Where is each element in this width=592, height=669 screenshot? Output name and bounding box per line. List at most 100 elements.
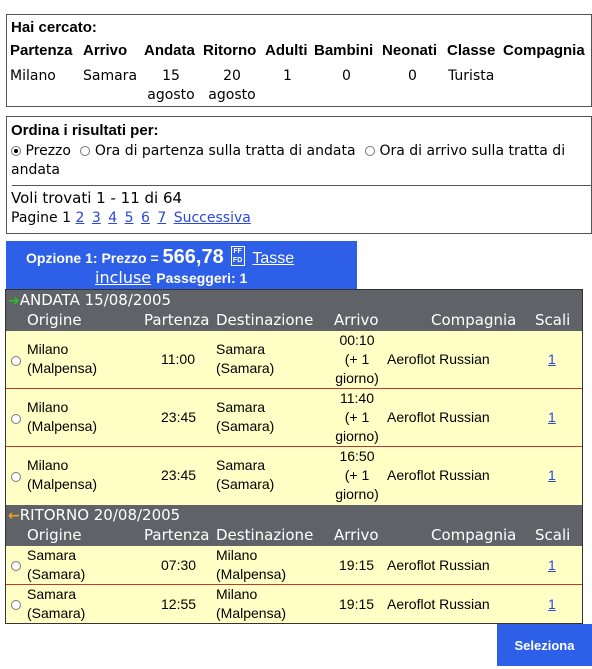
header-bambini: Bambini (314, 42, 374, 59)
stops-link[interactable]: 1 (548, 350, 556, 369)
option-price-line: Opzione 1: Prezzo = 566,78 FF FD Tasse (26, 246, 294, 269)
sort-radio-partenza[interactable] (80, 146, 91, 156)
departure-time: 11:00 (161, 351, 195, 367)
header-partenza: Partenza (10, 42, 73, 59)
destination-city: Samara (216, 341, 266, 357)
value-neonati: 0 (408, 68, 417, 84)
results-table: ➔ANDATA 15/08/2005 Origine Partenza Dest… (5, 289, 583, 624)
col-partenza: Partenza (144, 311, 210, 329)
arrival-time: 19:15 (339, 596, 375, 612)
stops-link[interactable]: 1 (548, 466, 556, 485)
destination-airport: (Malpensa) (216, 566, 287, 582)
header-neonati: Neonati (382, 42, 438, 59)
destination: Samara (Samara) (216, 398, 274, 436)
origin-airport: (Malpensa) (27, 476, 98, 492)
divider (12, 185, 591, 186)
value-andata: 15 agosto (146, 67, 196, 105)
stops-link[interactable]: 1 (548, 556, 556, 575)
destination-airport: (Malpensa) (216, 605, 287, 621)
page-link-7[interactable]: 7 (157, 210, 166, 226)
value-ritorno-day: 20 (223, 68, 241, 84)
option-label: Opzione 1: Prezzo = (26, 250, 159, 266)
col-compagnia: Compagnia (431, 311, 517, 329)
header-adulti: Adulti (265, 42, 308, 59)
tasse-link[interactable]: Tasse (252, 250, 294, 267)
origin-airport: (Malpensa) (27, 418, 98, 434)
col-destinazione: Destinazione (216, 311, 314, 329)
arrival-hour: 11:40 (340, 390, 374, 406)
origin-city: Milano (27, 341, 69, 357)
page-link-5[interactable]: 5 (125, 210, 134, 226)
col-scali: Scali (535, 526, 571, 544)
value-bambini: 0 (342, 68, 351, 84)
sort-options: Prezzo Ora di partenza sulla tratta di a… (11, 142, 581, 180)
value-adulti: 1 (283, 68, 292, 84)
airline: Aeroflot Russian (387, 557, 490, 573)
col-origine: Origine (27, 311, 82, 329)
page-link-4[interactable]: 4 (108, 210, 117, 226)
search-summary: Hai cercato: Partenza Arrivo Andata Rito… (6, 14, 592, 107)
stops-link[interactable]: 1 (548, 408, 556, 427)
plane-right-icon: ➔ (8, 293, 20, 309)
origin-airport: (Samara) (27, 566, 86, 582)
col-origine: Origine (27, 526, 82, 544)
origin: Milano (Malpensa) (27, 456, 97, 494)
currency-bottom: FD (232, 257, 243, 264)
value-partenza: Milano (10, 68, 56, 84)
flight-radio[interactable] (11, 561, 21, 571)
pagination-label: Pagine 1 (11, 210, 72, 226)
sort-label-prezzo: Prezzo (25, 143, 71, 159)
currency-icon: FF FD (230, 246, 245, 266)
sort-radio-arrivo[interactable] (364, 146, 375, 156)
page-link-6[interactable]: 6 (141, 210, 150, 226)
select-button[interactable]: Seleziona (497, 624, 592, 666)
return-label: RITORNO 20/08/2005 (19, 506, 181, 524)
page-link-3[interactable]: 3 (92, 210, 101, 226)
arrival-offset-unit: giorno) (335, 428, 379, 444)
col-partenza: Partenza (144, 526, 210, 544)
destination-airport: (Samara) (216, 418, 275, 434)
flight-radio[interactable] (11, 472, 21, 482)
flight-radio[interactable] (11, 356, 21, 366)
arrival-offset-unit: giorno) (335, 486, 379, 502)
plane-left-icon: ← (8, 508, 20, 524)
stops-link[interactable]: 1 (548, 595, 556, 614)
flight-row: Samara (Samara) 12:55 Milano (Malpensa) 19… (6, 585, 582, 623)
departure-time: 23:45 (161, 467, 197, 483)
col-compagnia: Compagnia (431, 526, 517, 544)
value-ritorno-month: agosto (208, 87, 256, 103)
header-andata: Andata (144, 42, 195, 59)
departure-time: 23:45 (161, 409, 197, 425)
col-arrivo: Arrivo (334, 311, 379, 329)
option-second-line: incluse Passeggeri: 1 (95, 268, 247, 287)
arrival-time: 00:10 (+ 1 giorno) (332, 331, 382, 388)
return-header: ←RITORNO 20/08/2005 Origine Partenza Des… (6, 505, 582, 546)
destination-airport: (Samara) (216, 360, 275, 376)
search-summary-title: Hai cercato: (11, 19, 97, 36)
origin-airport: (Malpensa) (27, 360, 98, 376)
origin-city: Milano (27, 399, 69, 415)
tasse-incluse-link[interactable]: incluse (95, 268, 151, 287)
sort-panel: Ordina i risultati per: Prezzo Ora di pa… (6, 116, 592, 234)
flight-row: Milano (Malpensa) 11:00 Samara (Samara) 00… (6, 331, 582, 389)
next-page-link[interactable]: Successiva (174, 210, 251, 226)
origin-city: Samara (27, 547, 77, 563)
destination: Samara (Samara) (216, 456, 274, 494)
airline: Aeroflot Russian (387, 351, 490, 367)
flight-radio[interactable] (11, 414, 21, 424)
flight-radio[interactable] (11, 600, 21, 610)
value-arrivo: Samara (83, 68, 138, 84)
value-andata-month: agosto (147, 87, 195, 103)
col-scali: Scali (535, 311, 571, 329)
option-price: 566,78 (162, 246, 224, 268)
header-compagnia: Compagnia (503, 42, 585, 59)
origin-city: Milano (27, 457, 69, 473)
currency-top: FF (233, 248, 242, 255)
flight-row: Samara (Samara) 07:30 Milano (Malpensa) 19… (6, 546, 582, 585)
arrival-offset: (+ 1 (344, 467, 370, 483)
header-classe: Classe (447, 42, 496, 59)
origin: Milano (Malpensa) (27, 398, 97, 436)
arrival-offset-unit: giorno) (335, 370, 379, 386)
page-link-2[interactable]: 2 (75, 210, 84, 226)
sort-radio-prezzo[interactable] (11, 146, 21, 156)
